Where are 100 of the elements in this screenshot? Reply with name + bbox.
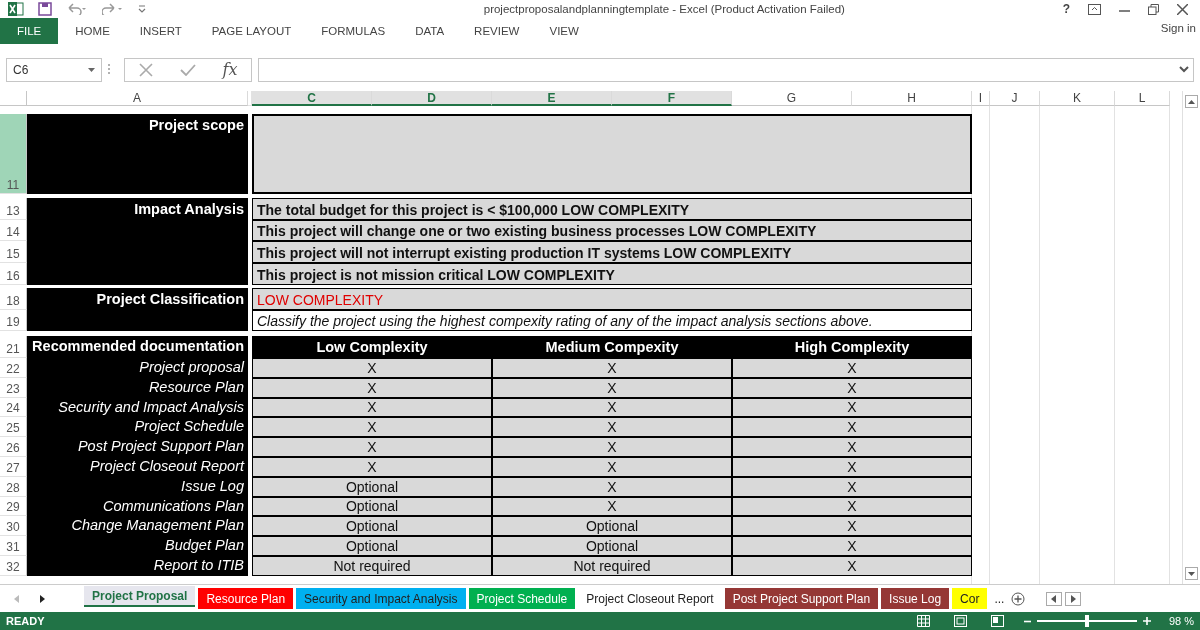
name-box[interactable]: C6 (6, 57, 102, 82)
row-header[interactable]: 11 (0, 114, 27, 194)
row-header[interactable]: 32 (0, 555, 27, 576)
document-name: Project Closeout Report (27, 457, 248, 477)
column-header[interactable]: F (612, 91, 732, 106)
document-name: Resource Plan (27, 377, 248, 398)
ribbon-tab[interactable]: INSERT (124, 18, 197, 44)
column-heading: Low Complexity (252, 336, 492, 358)
column-header[interactable]: I (972, 91, 990, 106)
ribbon-tab[interactable]: PAGE LAYOUT (196, 18, 307, 44)
sign-in-link[interactable]: Sign in (1160, 20, 1200, 34)
check-icon[interactable] (179, 63, 196, 76)
column-header[interactable]: C (252, 91, 372, 106)
sheet-tab[interactable]: Project Proposal (84, 586, 196, 607)
table-cell: X (732, 397, 972, 418)
ribbon-tab[interactable]: FILE (0, 18, 59, 44)
dropdown-icon[interactable] (88, 67, 95, 72)
table-cell: X (492, 476, 732, 497)
close-icon[interactable] (1177, 3, 1188, 15)
document-name: Security and Impact Analysis (27, 397, 248, 418)
table-cell: X (732, 377, 972, 398)
save-icon[interactable] (38, 2, 52, 16)
table-cell: Not required (252, 555, 492, 576)
scroll-up-icon[interactable] (1188, 99, 1195, 104)
insert-function-button[interactable]: fx (222, 60, 238, 79)
column-header[interactable]: L (1115, 91, 1170, 106)
help-button[interactable]: ? (1062, 2, 1070, 16)
zoom-in-icon[interactable] (1142, 617, 1151, 625)
column-header[interactable]: H (852, 91, 972, 106)
table-cell: X (732, 476, 972, 497)
section-label: Project scope (27, 114, 248, 194)
column-header[interactable]: E (492, 91, 612, 106)
classification-note: Classify the project using the highest compexity rating of any of the impact analysis sections above. (252, 310, 972, 331)
row-header[interactable]: 16 (0, 263, 27, 285)
row-header[interactable]: 27 (0, 457, 27, 477)
ribbon-tab[interactable]: HOME (60, 18, 125, 44)
row-header[interactable]: 29 (0, 496, 27, 517)
row-header[interactable]: 21 (0, 336, 27, 358)
next-sheet-icon[interactable] (40, 594, 45, 603)
table-cell: Optional (492, 516, 732, 537)
row-header[interactable]: 14 (0, 220, 27, 241)
row-header[interactable]: 31 (0, 536, 27, 556)
column-header[interactable]: G (732, 91, 852, 106)
customize-icon[interactable] (138, 4, 146, 14)
column-header[interactable]: J (990, 91, 1040, 106)
restore-icon[interactable] (1148, 3, 1159, 15)
sheet-tab[interactable]: Security and Impact Analysis (296, 588, 466, 609)
table-cell: X (252, 457, 492, 477)
ribbon-tab[interactable]: REVIEW (459, 18, 535, 44)
row-header[interactable]: 18 (0, 288, 27, 310)
document-name: Post Project Support Plan (27, 437, 248, 457)
table-cell: X (252, 358, 492, 378)
ribbon-tab[interactable]: VIEW (534, 18, 594, 44)
expand-icon[interactable] (1179, 66, 1189, 73)
document-name: Report to ITIB (27, 555, 248, 576)
redo-icon[interactable] (102, 3, 124, 15)
normal-view-icon[interactable] (916, 615, 930, 627)
ribbon-tab[interactable]: FORMULAS (306, 18, 401, 44)
page-break-icon[interactable] (990, 615, 1004, 627)
window-title: projectproposalandplanningtemplate - Excel (Product Activation Failed) (482, 3, 846, 15)
sheet-tab[interactable]: Post Project Support Plan (724, 588, 879, 609)
add-sheet-icon[interactable] (1011, 591, 1026, 606)
scroll-left-icon[interactable] (1046, 591, 1063, 606)
row-header[interactable]: 19 (0, 310, 27, 331)
scope-field[interactable] (252, 114, 972, 194)
row-header[interactable]: 24 (0, 397, 27, 418)
column-header[interactable]: K (1040, 91, 1115, 106)
sheet-tab[interactable]: Resource Plan (198, 588, 294, 609)
row-header[interactable]: 22 (0, 358, 27, 378)
table-cell: Optional (252, 536, 492, 556)
ribbon-tab[interactable]: DATA (400, 18, 460, 44)
undo-icon[interactable] (66, 3, 88, 15)
row-header[interactable]: 23 (0, 377, 27, 398)
vertical-scrollbar[interactable] (1182, 91, 1200, 584)
row-header[interactable]: 13 (0, 198, 27, 220)
row-header[interactable]: 30 (0, 516, 27, 537)
scroll-right-icon[interactable] (1065, 591, 1082, 606)
more-sheets-button[interactable]: ... (990, 591, 1009, 606)
sheet-tab[interactable]: Issue Log (881, 588, 950, 609)
zoom-thumb[interactable] (1084, 615, 1089, 627)
column-header[interactable]: A (27, 91, 248, 106)
row-header[interactable]: 15 (0, 241, 27, 263)
table-cell: X (252, 417, 492, 438)
row-header[interactable]: 26 (0, 437, 27, 457)
table-cell: X (252, 437, 492, 457)
scroll-down-icon[interactable] (1188, 571, 1195, 576)
table-cell: Optional (252, 496, 492, 517)
sheet-tab[interactable]: Cor (952, 588, 988, 609)
column-header[interactable]: D (372, 91, 492, 106)
row-header[interactable]: 28 (0, 476, 27, 497)
column-heading: High Complexity (732, 336, 972, 358)
ribbon-display-icon[interactable] (1088, 3, 1101, 15)
table-cell: Not required (492, 555, 732, 576)
row-header[interactable]: 25 (0, 417, 27, 438)
zoom-level[interactable]: 98 % (1168, 615, 1194, 627)
classification-value: LOW COMPLEXITY (252, 288, 972, 310)
table-cell: X (732, 457, 972, 477)
formula-input[interactable] (258, 57, 1194, 82)
page-layout-icon[interactable] (953, 615, 967, 627)
document-name: Budget Plan (27, 536, 248, 556)
